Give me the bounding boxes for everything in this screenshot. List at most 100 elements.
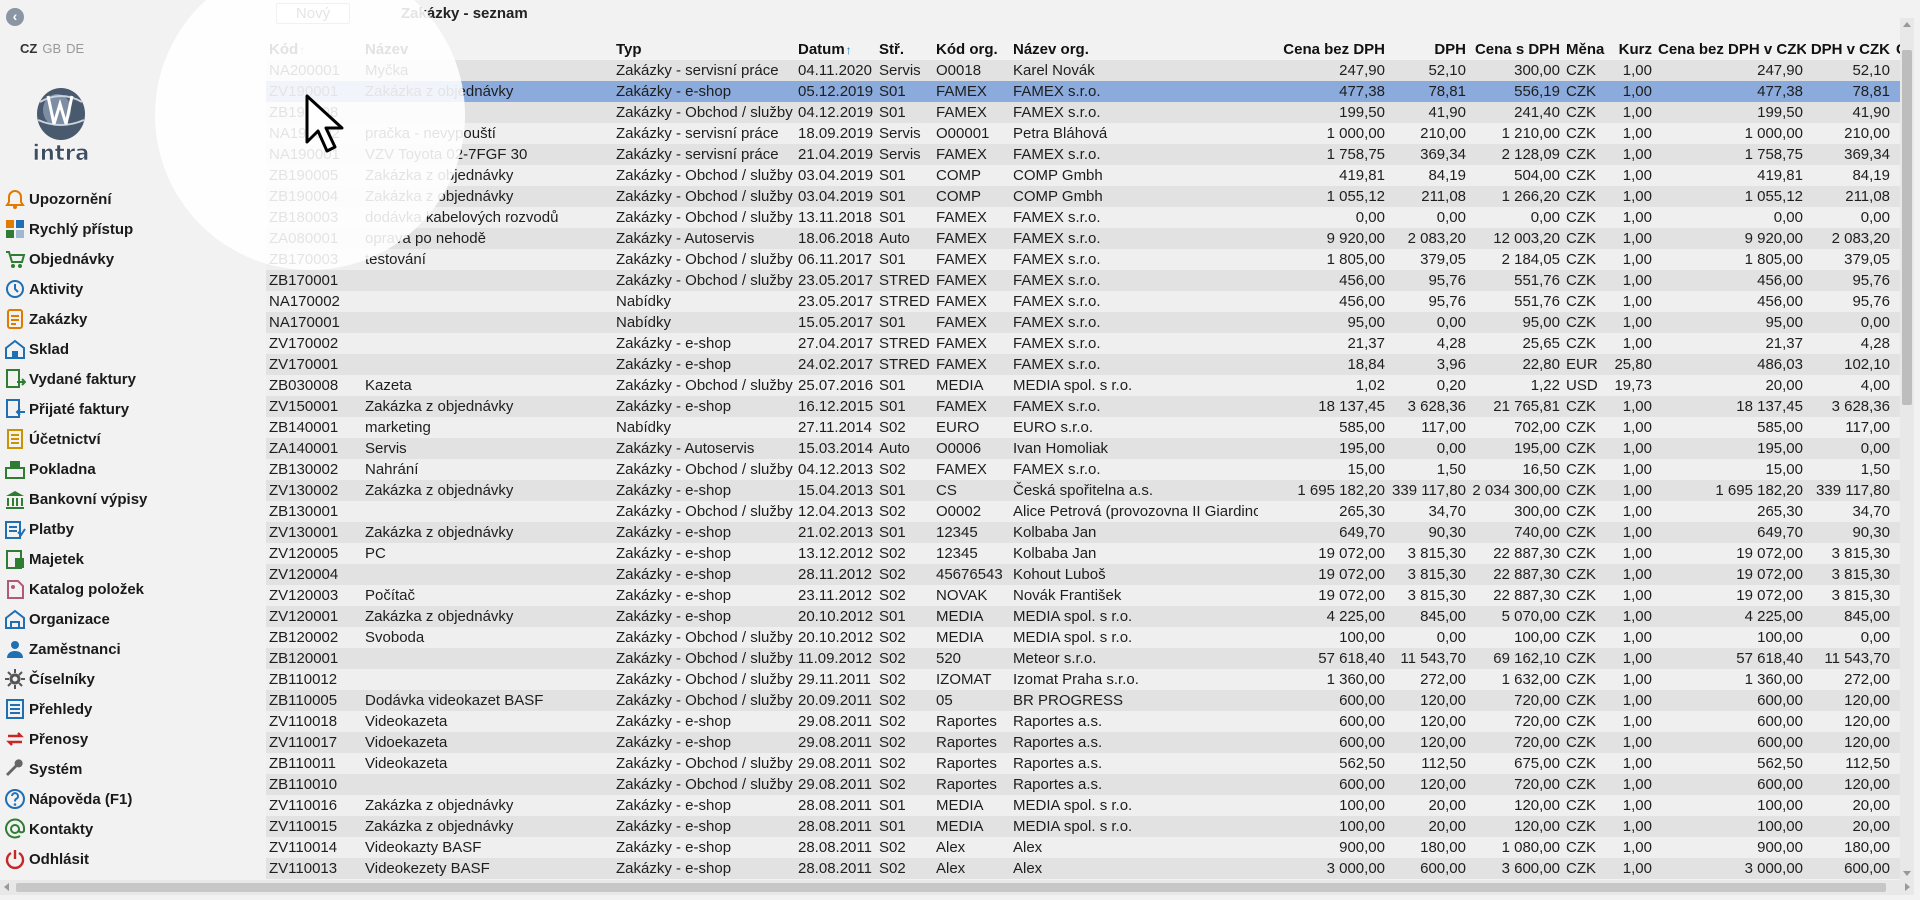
table-row[interactable]: ZB110005 Dodávka videokazet BASF Zakázky -… bbox=[266, 690, 1900, 711]
column-header-3[interactable]: Typ bbox=[613, 39, 795, 60]
menu-item-11[interactable]: Bankovní výpisy bbox=[4, 484, 147, 514]
table-row[interactable]: ZV120004 Zakázky - e-shop 28.11.2012 S02 456… bbox=[266, 564, 1900, 585]
table-row[interactable]: ZV170001 Zakázky - e-shop 24.02.2017 STRED F… bbox=[266, 354, 1900, 375]
table-row[interactable]: NA170002 Nabídky 23.05.2017 STRED FAMEX FAMEX… bbox=[266, 291, 1900, 312]
horizontal-scroll-thumb[interactable] bbox=[16, 883, 1886, 892]
column-header-2[interactable]: Název bbox=[362, 39, 613, 60]
table-cell: 1,00 bbox=[1622, 734, 1652, 751]
vertical-scrollbar[interactable] bbox=[1900, 18, 1914, 880]
table-row[interactable]: ZV120005 PC Zakázky - e-shop 13.12.2012 S02 1… bbox=[266, 543, 1900, 564]
menu-item-14[interactable]: Katalog položek bbox=[4, 574, 147, 604]
table-row[interactable]: ZB110010 Zakázky - Obchod / služby 29.08.2… bbox=[266, 774, 1900, 795]
vertical-scroll-thumb[interactable] bbox=[1902, 50, 1912, 405]
menu-item-17[interactable]: Číselníky bbox=[4, 664, 147, 694]
column-header-15[interactable]: Cen bbox=[1893, 39, 1900, 60]
menu-item-4[interactable]: Aktivity bbox=[4, 274, 147, 304]
table-row[interactable]: ZV120001 Zakázka z objednávky Zakázky - e-… bbox=[266, 606, 1900, 627]
language-de[interactable]: DE bbox=[66, 41, 84, 56]
menu-item-15[interactable]: Organizace bbox=[4, 604, 147, 634]
menu-item-20[interactable]: Systém bbox=[4, 754, 147, 784]
column-header-7[interactable]: Název org. bbox=[1010, 39, 1258, 60]
table-row[interactable]: ZV110015 Zakázka z objednávky Zakázky - e-… bbox=[266, 816, 1900, 837]
table-row[interactable]: NA190001 VZV Toyota 02-7FGF 30 Zakázky - s… bbox=[266, 144, 1900, 165]
table-cell: S01 bbox=[879, 251, 906, 268]
menu-item-16[interactable]: Zaměstnanci bbox=[4, 634, 147, 664]
table-row[interactable]: NA200001 Myčka Zakázky - servisní práce 04.… bbox=[266, 60, 1900, 81]
menu-item-5[interactable]: Zakázky bbox=[4, 304, 147, 334]
table-row[interactable]: ZA080001 oprava po nehodě Zakázky - Autose… bbox=[266, 228, 1900, 249]
menu-item-3[interactable]: Objednávky bbox=[4, 244, 147, 274]
table-row[interactable]: ZB140001 marketing Nabídky 27.11.2014 S02 EUR… bbox=[266, 417, 1900, 438]
scroll-left-arrow-icon[interactable] bbox=[4, 883, 9, 891]
column-header-4[interactable]: Datum↑ bbox=[795, 39, 876, 60]
table-row[interactable]: ZB120001 Zakázky - Obchod / služby 11.09.2… bbox=[266, 648, 1900, 669]
table-cell: Zakázka z objednávky bbox=[365, 188, 514, 205]
table-row[interactable]: ZB170001 Zakázky - Obchod / služby 23.05.2… bbox=[266, 270, 1900, 291]
column-header-8[interactable]: Cena bez DPH bbox=[1258, 39, 1388, 60]
table-row[interactable]: ZV190001 Zakázka z objednávky Zakázky - e-… bbox=[266, 81, 1900, 102]
table-row[interactable]: ZB170003 testování Zakázky - Obchod / služ… bbox=[266, 249, 1900, 270]
table-row[interactable]: ZV110018 Videokazeta Zakázky - e-shop 29.08… bbox=[266, 711, 1900, 732]
menu-item-12[interactable]: Platby bbox=[4, 514, 147, 544]
column-header-5[interactable]: Stř. bbox=[876, 39, 933, 60]
menu-item-1[interactable]: Upozornění bbox=[4, 184, 147, 214]
menu-item-9[interactable]: Účetnictví bbox=[4, 424, 147, 454]
table-row[interactable]: ZB120002 Svoboda Zakázky - Obchod / služby… bbox=[266, 627, 1900, 648]
column-header-14[interactable]: DPH v CZK bbox=[1806, 39, 1893, 60]
menu-item-22[interactable]: Kontakty bbox=[4, 814, 147, 844]
table-cell: ZV170001 bbox=[269, 356, 339, 373]
column-header-10[interactable]: Cena s DPH bbox=[1469, 39, 1563, 60]
menu-item-6[interactable]: Sklad bbox=[4, 334, 147, 364]
scroll-right-arrow-icon[interactable] bbox=[1905, 883, 1910, 891]
table-row[interactable]: ZV170002 Zakázky - e-shop 27.04.2017 STRED F… bbox=[266, 333, 1900, 354]
menu-item-2[interactable]: Rychlý přístup bbox=[4, 214, 147, 244]
column-header-6[interactable]: Kód org. bbox=[933, 39, 1010, 60]
column-header-12[interactable]: Kurz bbox=[1607, 39, 1655, 60]
menu-item-13[interactable]: Majetek bbox=[4, 544, 147, 574]
table-row[interactable]: ZV150001 Zakázka z objednávky Zakázky - e-… bbox=[266, 396, 1900, 417]
table-row[interactable]: ZV130002 Zakázka z objednávky Zakázky - e-… bbox=[266, 480, 1900, 501]
table-row[interactable]: ZB030008 Kazeta Zakázky - Obchod / služby 2… bbox=[266, 375, 1900, 396]
back-arrow-icon[interactable]: ‹ bbox=[6, 8, 24, 26]
table-row[interactable]: ZB130002 Nahrání Zakázky - Obchod / služby… bbox=[266, 459, 1900, 480]
table-row[interactable]: ZV110016 Zakázka z objednávky Zakázky - e-… bbox=[266, 795, 1900, 816]
table-cell: S02 bbox=[879, 566, 906, 583]
table-row[interactable]: ZB190008 Zakázky - Obchod / služby 04.12.2… bbox=[266, 102, 1900, 123]
scroll-up-arrow-icon[interactable] bbox=[1903, 22, 1911, 27]
column-header-9[interactable]: DPH bbox=[1388, 39, 1469, 60]
menu-item-23[interactable]: Odhlásit bbox=[4, 844, 147, 874]
menu-item-8[interactable]: Přijaté faktury bbox=[4, 394, 147, 424]
table-cell: Zakázky - Obchod / služby bbox=[616, 272, 793, 289]
table-row[interactable]: ZV110014 Videokazty BASF Zakázky - e-shop 2… bbox=[266, 837, 1900, 858]
table-row[interactable]: ZB190004 Zakázka z objednávky Zakázky - Ob… bbox=[266, 186, 1900, 207]
table-cell: 1,00 bbox=[1622, 482, 1652, 499]
table-row[interactable]: ZB180003 dodávka kabelových rozvodů Zakázk… bbox=[266, 207, 1900, 228]
menu-item-18[interactable]: Přehledy bbox=[4, 694, 147, 724]
scroll-down-arrow-icon[interactable] bbox=[1903, 871, 1911, 876]
table-row[interactable]: ZB110012 Zakázky - Obchod / služby 29.11.2… bbox=[266, 669, 1900, 690]
menu-item-7[interactable]: Vydané faktury bbox=[4, 364, 147, 394]
horizontal-scrollbar[interactable] bbox=[0, 880, 1914, 895]
table-row[interactable]: ZA140001 Servis Zakázky - Autoservis 15.03.… bbox=[266, 438, 1900, 459]
table-row[interactable]: ZB130001 Zakázky - Obchod / služby 12.04.2… bbox=[266, 501, 1900, 522]
table-row[interactable]: ZB110011 Videokazeta Zakázky - Obchod / sl… bbox=[266, 753, 1900, 774]
table-cell: Zakázka z objednávky bbox=[365, 524, 514, 541]
menu-item-21[interactable]: Nápověda (F1) bbox=[4, 784, 147, 814]
new-button[interactable]: Nový bbox=[276, 3, 350, 24]
table-row[interactable]: NA190002 pračka - nevypouští Zakázky - ser… bbox=[266, 123, 1900, 144]
table-row[interactable]: ZV110017 Vidoekazeta Zakázky - e-shop 29.08… bbox=[266, 732, 1900, 753]
menu-item-10[interactable]: Pokladna bbox=[4, 454, 147, 484]
column-header-13[interactable]: Cena bez DPH v CZK bbox=[1655, 39, 1806, 60]
menu-item-19[interactable]: Přenosy bbox=[4, 724, 147, 754]
column-header-1[interactable]: Kód↑ bbox=[266, 39, 362, 60]
language-cz[interactable]: CZ bbox=[20, 41, 37, 56]
column-header-11[interactable]: Měna bbox=[1563, 39, 1607, 60]
table-cell: 600,00 bbox=[1339, 692, 1385, 709]
language-gb[interactable]: GB bbox=[42, 41, 61, 56]
table-row[interactable]: ZV110013 Videokezety BASF Zakázky - e-shop… bbox=[266, 858, 1900, 879]
table-cell: 1,00 bbox=[1622, 797, 1652, 814]
table-row[interactable]: NA170001 Nabídky 15.05.2017 S01 FAMEX FAMEX s… bbox=[266, 312, 1900, 333]
table-row[interactable]: ZV130001 Zakázka z objednávky Zakázky - e-… bbox=[266, 522, 1900, 543]
table-row[interactable]: ZB190005 Zakázka z objednávky Zakázky - Ob… bbox=[266, 165, 1900, 186]
table-row[interactable]: ZV120003 Počítač Zakázky - e-shop 23.11.201… bbox=[266, 585, 1900, 606]
